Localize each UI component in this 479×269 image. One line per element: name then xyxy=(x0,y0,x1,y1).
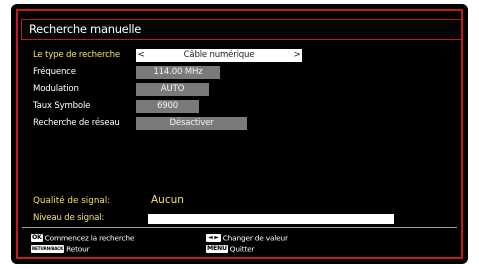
hint-change-value: ◄ ► Changer de valeur xyxy=(206,233,288,243)
signal-level-label: Niveau de signal: xyxy=(33,213,105,223)
hint-start-search-text: Commencez la recherche xyxy=(44,233,135,243)
symbol-rate-field[interactable]: 6900 xyxy=(136,100,199,113)
frequency-field[interactable]: 114.00 MHz xyxy=(136,66,220,79)
title-bar: Recherche manuelle xyxy=(21,19,462,40)
search-type-value: Câble numérique xyxy=(183,50,255,60)
ok-key-icon: OK xyxy=(31,234,43,242)
hint-back-text: Retour xyxy=(66,244,90,254)
search-type-selector[interactable]: < Câble numérique > xyxy=(136,49,302,62)
manual-search-panel: Recherche manuelle Le type de recherche … xyxy=(16,9,463,259)
network-search-label: Recherche de réseau xyxy=(33,118,120,128)
back-key-icon: RETURN/BACK xyxy=(31,245,65,253)
signal-quality-value: Aucun xyxy=(151,194,184,206)
menu-key-icon: MENU xyxy=(206,245,228,253)
hint-quit-text: Quitter xyxy=(229,244,255,254)
hint-quit: MENU Quitter xyxy=(206,244,255,254)
frequency-label: Fréquence xyxy=(33,67,76,77)
signal-level-bar xyxy=(148,214,394,224)
hint-change-value-text: Changer de valeur xyxy=(222,233,288,243)
left-right-key-icon: ◄ ► xyxy=(206,234,221,242)
symbol-rate-label: Taux Symbole xyxy=(33,101,91,111)
modulation-field[interactable]: AUTO xyxy=(136,83,209,96)
search-type-label: Le type de recherche xyxy=(33,50,120,60)
tv-screen: Recherche manuelle Le type de recherche … xyxy=(11,4,468,264)
chevron-left-icon[interactable]: < xyxy=(137,49,145,62)
hint-start-search: OK Commencez la recherche xyxy=(31,233,134,243)
signal-quality-label: Qualité de signal: xyxy=(33,196,111,206)
divider xyxy=(22,227,457,228)
hint-back: RETURN/BACK Retour xyxy=(31,244,90,254)
modulation-label: Modulation xyxy=(33,84,79,94)
network-search-field[interactable]: Désactiver xyxy=(136,117,247,130)
chevron-right-icon[interactable]: > xyxy=(293,49,301,62)
page-title: Recherche manuelle xyxy=(29,22,142,36)
